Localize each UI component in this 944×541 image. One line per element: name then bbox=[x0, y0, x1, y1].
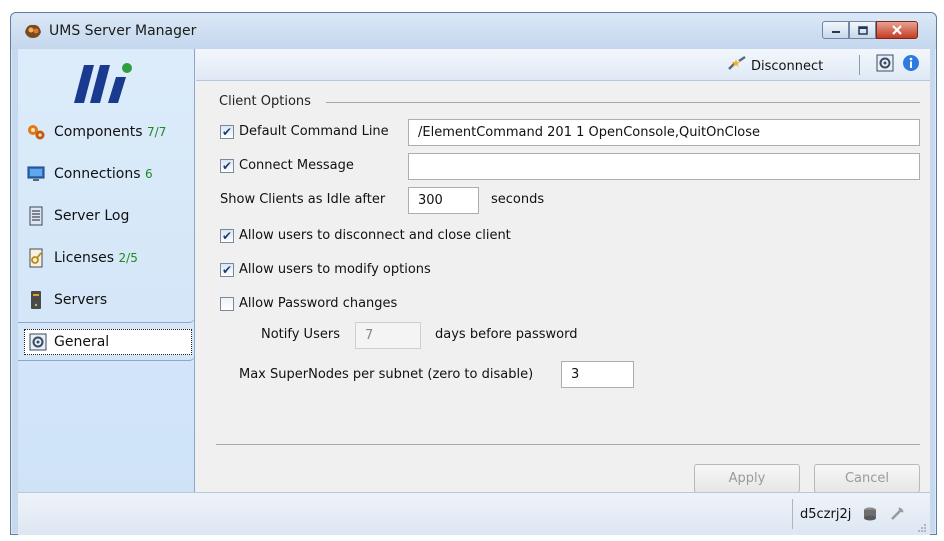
toolbar-separator bbox=[859, 55, 860, 75]
idle-seconds-input[interactable]: 300 bbox=[408, 187, 479, 214]
sidebar-divider bbox=[18, 317, 195, 323]
apply-button[interactable]: Apply bbox=[694, 464, 800, 493]
sidebar-item-general[interactable]: General bbox=[24, 329, 192, 355]
license-key-icon bbox=[26, 248, 46, 268]
maximize-button[interactable] bbox=[849, 21, 876, 39]
ums-app-icon bbox=[23, 22, 43, 40]
supernodes-label: Max SuperNodes per subnet (zero to disab… bbox=[239, 367, 534, 382]
default-command-line-checkbox[interactable]: ✔ bbox=[220, 124, 234, 139]
app-window: UMS Server Manager Components 7/7 Connec… bbox=[10, 12, 937, 535]
sidebar-item-label: Components bbox=[54, 124, 143, 140]
close-icon bbox=[877, 22, 917, 38]
sidebar-item-connections[interactable]: Connections 6 bbox=[18, 159, 195, 189]
connect-message-label: Connect Message bbox=[239, 158, 354, 173]
supernodes-row: Max SuperNodes per subnet (zero to disab… bbox=[239, 367, 533, 382]
title-bar[interactable]: UMS Server Manager bbox=[11, 13, 936, 49]
status-host: d5czrj2j bbox=[800, 507, 852, 522]
default-command-line-input[interactable]: /ElementCommand 201 1 OpenConsole,QuitOn… bbox=[408, 119, 920, 146]
notify-days-suffix: days before password bbox=[435, 327, 578, 342]
components-count: 7/7 bbox=[147, 125, 167, 139]
resize-grip-icon[interactable] bbox=[917, 522, 927, 532]
info-button[interactable] bbox=[901, 55, 921, 75]
general-settings-panel: Client Options ✔ Default Command Line /E… bbox=[196, 82, 930, 493]
sidebar-item-server-log[interactable]: Server Log bbox=[18, 201, 195, 231]
allow-modify-row: ✔ Allow users to modify options bbox=[220, 262, 431, 277]
allow-password-row: Allow Password changes bbox=[220, 296, 397, 311]
allow-password-checkbox[interactable] bbox=[220, 296, 234, 311]
minimize-button[interactable] bbox=[822, 21, 849, 39]
allow-disconnect-label: Allow users to disconnect and close clie… bbox=[239, 228, 511, 243]
notify-users-label: Notify Users bbox=[261, 327, 340, 342]
status-separator bbox=[792, 499, 793, 529]
minimize-icon bbox=[823, 22, 848, 38]
ums-logo bbox=[70, 59, 145, 107]
allow-modify-checkbox[interactable]: ✔ bbox=[220, 262, 234, 277]
close-button[interactable] bbox=[876, 21, 918, 39]
sidebar-item-label: Server Log bbox=[54, 208, 130, 224]
toolbar: Disconnect bbox=[196, 49, 930, 81]
server-tower-icon bbox=[26, 290, 46, 310]
info-icon bbox=[902, 54, 920, 76]
allow-modify-label: Allow users to modify options bbox=[239, 262, 431, 277]
sidebar-item-label: Licenses bbox=[54, 250, 115, 266]
notify-days-input[interactable]: 7 bbox=[355, 322, 421, 349]
sidebar-item-servers[interactable]: Servers bbox=[18, 285, 195, 315]
sidebar-divider bbox=[18, 355, 195, 361]
log-document-icon bbox=[26, 206, 46, 226]
sidebar-item-label: General bbox=[54, 334, 110, 350]
settings-button[interactable] bbox=[875, 54, 895, 76]
settings-icon bbox=[876, 54, 894, 76]
database-icon bbox=[861, 505, 879, 523]
connections-count: 6 bbox=[144, 167, 153, 181]
connect-message-row: ✔ Connect Message bbox=[220, 158, 354, 173]
default-command-line-row: ✔ Default Command Line bbox=[220, 124, 389, 139]
allow-disconnect-checkbox[interactable]: ✔ bbox=[220, 228, 234, 243]
gears-icon bbox=[26, 122, 46, 142]
idle-row: Show Clients as Idle after bbox=[220, 192, 385, 207]
disconnect-button[interactable]: Disconnect bbox=[727, 55, 823, 77]
group-divider bbox=[326, 102, 920, 103]
allow-disconnect-row: ✔ Allow users to disconnect and close cl… bbox=[220, 228, 511, 243]
cancel-button[interactable]: Cancel bbox=[814, 464, 920, 493]
supernodes-input[interactable]: 3 bbox=[561, 361, 634, 388]
disconnect-label: Disconnect bbox=[751, 58, 824, 74]
sidebar-item-components[interactable]: Components 7/7 bbox=[18, 117, 195, 147]
settings-gear-icon bbox=[28, 332, 48, 352]
allow-password-label: Allow Password changes bbox=[239, 296, 398, 311]
sidebar: Components 7/7 Connections 6 Server Log … bbox=[18, 49, 195, 492]
sidebar-item-label: Connections bbox=[54, 166, 141, 182]
idle-label: Show Clients as Idle after bbox=[220, 192, 386, 207]
notify-suffix-row: days before password bbox=[435, 327, 578, 342]
client-area: Components 7/7 Connections 6 Server Log … bbox=[18, 49, 930, 493]
buttons-divider bbox=[216, 444, 920, 445]
connect-message-input[interactable] bbox=[408, 153, 920, 180]
sidebar-item-label: Servers bbox=[54, 292, 108, 308]
window-title: UMS Server Manager bbox=[49, 23, 197, 39]
idle-seconds-suffix: seconds bbox=[491, 192, 545, 207]
licenses-count: 2/5 bbox=[118, 251, 138, 265]
maximize-icon bbox=[850, 22, 875, 38]
client-options-title: Client Options bbox=[219, 94, 317, 109]
status-bar: d5czrj2j bbox=[18, 492, 930, 535]
default-command-line-label: Default Command Line bbox=[239, 124, 389, 139]
disconnect-plug-icon bbox=[727, 55, 747, 77]
connect-message-checkbox[interactable]: ✔ bbox=[220, 158, 234, 173]
monitor-icon bbox=[26, 164, 46, 184]
sidebar-item-licenses[interactable]: Licenses 2/5 bbox=[18, 243, 195, 273]
notify-row: Notify Users bbox=[261, 327, 340, 342]
connection-plug-icon bbox=[888, 505, 906, 523]
idle-suffix-row: seconds bbox=[491, 192, 544, 207]
